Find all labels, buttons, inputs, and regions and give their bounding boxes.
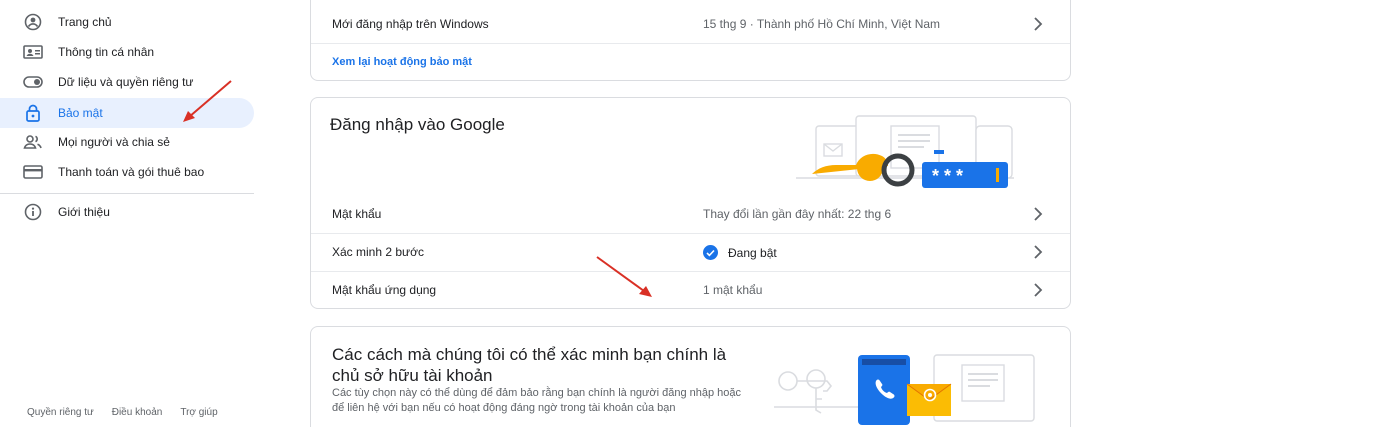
sidebar-item-label: Bảo mật: [58, 106, 103, 120]
signin-card: Đăng nhập vào Google * * * Mật khẩu Thay…: [310, 97, 1071, 309]
lock-icon: [22, 103, 44, 123]
sidebar-item-label: Dữ liệu và quyền riêng tư: [58, 75, 194, 89]
row-divider: [311, 43, 1070, 44]
sidebar-footer: Quyền riêng tư Điều khoản Trợ giúp: [27, 407, 218, 418]
chevron-right-icon: [1034, 245, 1043, 259]
sidebar-item-about[interactable]: Giới thiệu: [0, 197, 254, 227]
password-mask: * * *: [932, 166, 963, 186]
toggle-icon: [22, 72, 44, 92]
sidebar-item-label: Mọi người và chia sẻ: [58, 135, 170, 149]
two-step-label: Xác minh 2 bước: [332, 245, 424, 259]
terms-link[interactable]: Điều khoản: [112, 407, 163, 418]
check-circle-icon: [703, 245, 718, 260]
sidebar-item-label: Trang chủ: [58, 15, 112, 29]
id-card-icon: [22, 42, 44, 62]
recent-signin-row[interactable]: Mới đăng nhập trên Windows 15 thg 9 · Th…: [311, 5, 1070, 43]
sidebar-item-people-sharing[interactable]: Mọi người và chia sẻ: [0, 127, 254, 157]
password-row[interactable]: Mật khẩu Thay đổi lần gần đây nhất: 22 t…: [311, 195, 1070, 233]
signin-illustration: * * *: [796, 115, 1014, 188]
card-title: Các cách mà chúng tôi có thể xác minh bạ…: [332, 345, 727, 385]
credit-card-icon: [22, 162, 44, 182]
help-link[interactable]: Trợ giúp: [180, 407, 217, 418]
chevron-right-icon: [1034, 207, 1043, 221]
password-label: Mật khẩu: [332, 207, 382, 221]
sidebar-item-label: Thanh toán và gói thuê bao: [58, 165, 205, 179]
sidebar-item-security[interactable]: Bảo mật: [0, 98, 254, 128]
sidebar-item-payments[interactable]: Thanh toán và gói thuê bao: [0, 157, 254, 187]
verify-illustration: [774, 354, 1035, 425]
two-step-status: Đang bật: [703, 245, 777, 260]
info-icon: [22, 202, 44, 222]
home-icon: [22, 12, 44, 32]
sidebar-item-label: Giới thiệu: [58, 205, 110, 219]
sidebar-divider: [0, 193, 254, 194]
recent-activity-card: Mới đăng nhập trên Windows 15 thg 9 · Th…: [310, 0, 1071, 81]
people-icon: [22, 132, 44, 152]
card-title: Đăng nhập vào Google: [330, 115, 505, 134]
sidebar-item-personal-info[interactable]: Thông tin cá nhân: [0, 37, 254, 67]
chevron-right-icon: [1034, 17, 1043, 31]
app-passwords-value: 1 mật khẩu: [703, 283, 763, 297]
recent-signin-value: 15 thg 9 · Thành phố Hồ Chí Minh, Việt N…: [703, 17, 941, 31]
recent-signin-label: Mới đăng nhập trên Windows: [332, 17, 489, 31]
sidebar-item-data-privacy[interactable]: Dữ liệu và quyền riêng tư: [0, 67, 254, 97]
app-passwords-label: Mật khẩu ứng dụng: [332, 283, 437, 297]
review-security-activity-link[interactable]: Xem lại hoạt động bảo mật: [332, 56, 472, 68]
password-value: Thay đổi lần gần đây nhất: 22 thg 6: [703, 207, 892, 221]
verify-identity-card: Các cách mà chúng tôi có thể xác minh bạ…: [310, 326, 1071, 427]
card-description: Các tùy chọn này có thể dùng để đảm bảo …: [332, 387, 742, 414]
privacy-link[interactable]: Quyền riêng tư: [27, 407, 94, 418]
chevron-right-icon: [1034, 283, 1043, 297]
sidebar-item-home[interactable]: Trang chủ: [0, 7, 254, 37]
two-step-value: Đang bật: [728, 245, 777, 260]
sidebar-item-label: Thông tin cá nhân: [58, 45, 155, 59]
app-passwords-row[interactable]: Mật khẩu ứng dụng 1 mật khẩu: [311, 271, 1070, 309]
sidebar: Trang chủ Thông tin cá nhân Dữ liệu và q…: [0, 0, 262, 427]
two-step-verification-row[interactable]: Xác minh 2 bước Đang bật: [311, 233, 1070, 271]
